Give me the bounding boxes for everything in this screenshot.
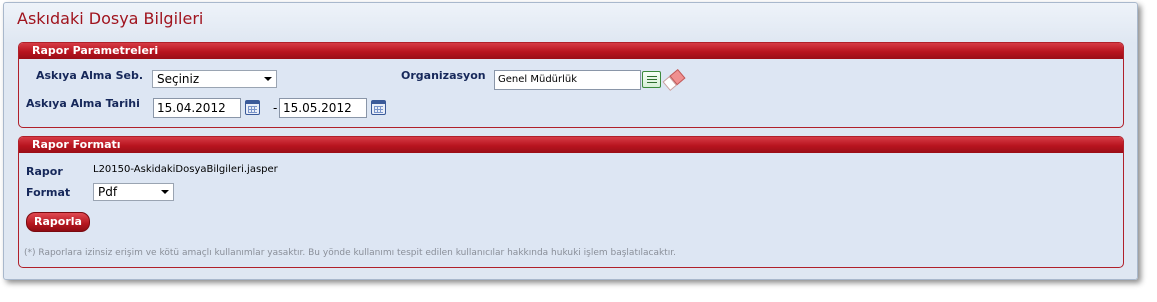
eraser-icon[interactable] xyxy=(662,68,686,92)
report-window: Askıdaki Dosya Bilgileri Rapor Parametre… xyxy=(3,2,1138,280)
organization-value: Genel Müdürlük xyxy=(498,74,578,85)
chevron-down-icon xyxy=(264,77,272,81)
format-panel-header: Rapor Formatı xyxy=(19,137,1123,153)
format-label: Format xyxy=(26,186,71,199)
suspend-date-label: Askıya Alma Tarihi xyxy=(26,97,140,110)
format-select[interactable]: Pdf xyxy=(93,183,174,201)
suspend-type-selected: Seçiniz xyxy=(157,72,200,86)
report-file-name: L20150-AskidakiDosyaBilgileri.jasper xyxy=(93,164,278,175)
params-panel: Rapor Parametreleri Askıya Alma Seb. Seç… xyxy=(18,42,1124,128)
calendar-icon[interactable] xyxy=(371,100,386,115)
report-label: Rapor xyxy=(26,165,63,178)
suspend-date-from-input[interactable]: 15.04.2012 xyxy=(153,98,241,118)
suspend-type-label: Askıya Alma Seb. xyxy=(36,69,144,82)
params-panel-header: Rapor Parametreleri xyxy=(19,43,1123,59)
format-selected: Pdf xyxy=(98,185,118,199)
disclaimer-text: (*) Raporlara izinsiz erişim ve kötü ama… xyxy=(24,248,676,258)
list-lookup-icon[interactable] xyxy=(642,71,661,88)
report-submit-button[interactable]: Raporla xyxy=(26,212,90,232)
calendar-icon[interactable] xyxy=(245,100,260,115)
organization-field[interactable]: Genel Müdürlük xyxy=(494,70,641,90)
suspend-type-select[interactable]: Seçiniz xyxy=(152,70,277,88)
chevron-down-icon xyxy=(161,190,169,194)
suspend-date-to-input[interactable]: 15.05.2012 xyxy=(279,98,367,118)
page-title: Askıdaki Dosya Bilgileri xyxy=(17,9,204,28)
organization-label: Organizasyon xyxy=(401,69,486,82)
format-panel: Rapor Formatı Rapor L20150-AskidakiDosya… xyxy=(18,136,1124,268)
date-range-separator: - xyxy=(273,101,278,115)
